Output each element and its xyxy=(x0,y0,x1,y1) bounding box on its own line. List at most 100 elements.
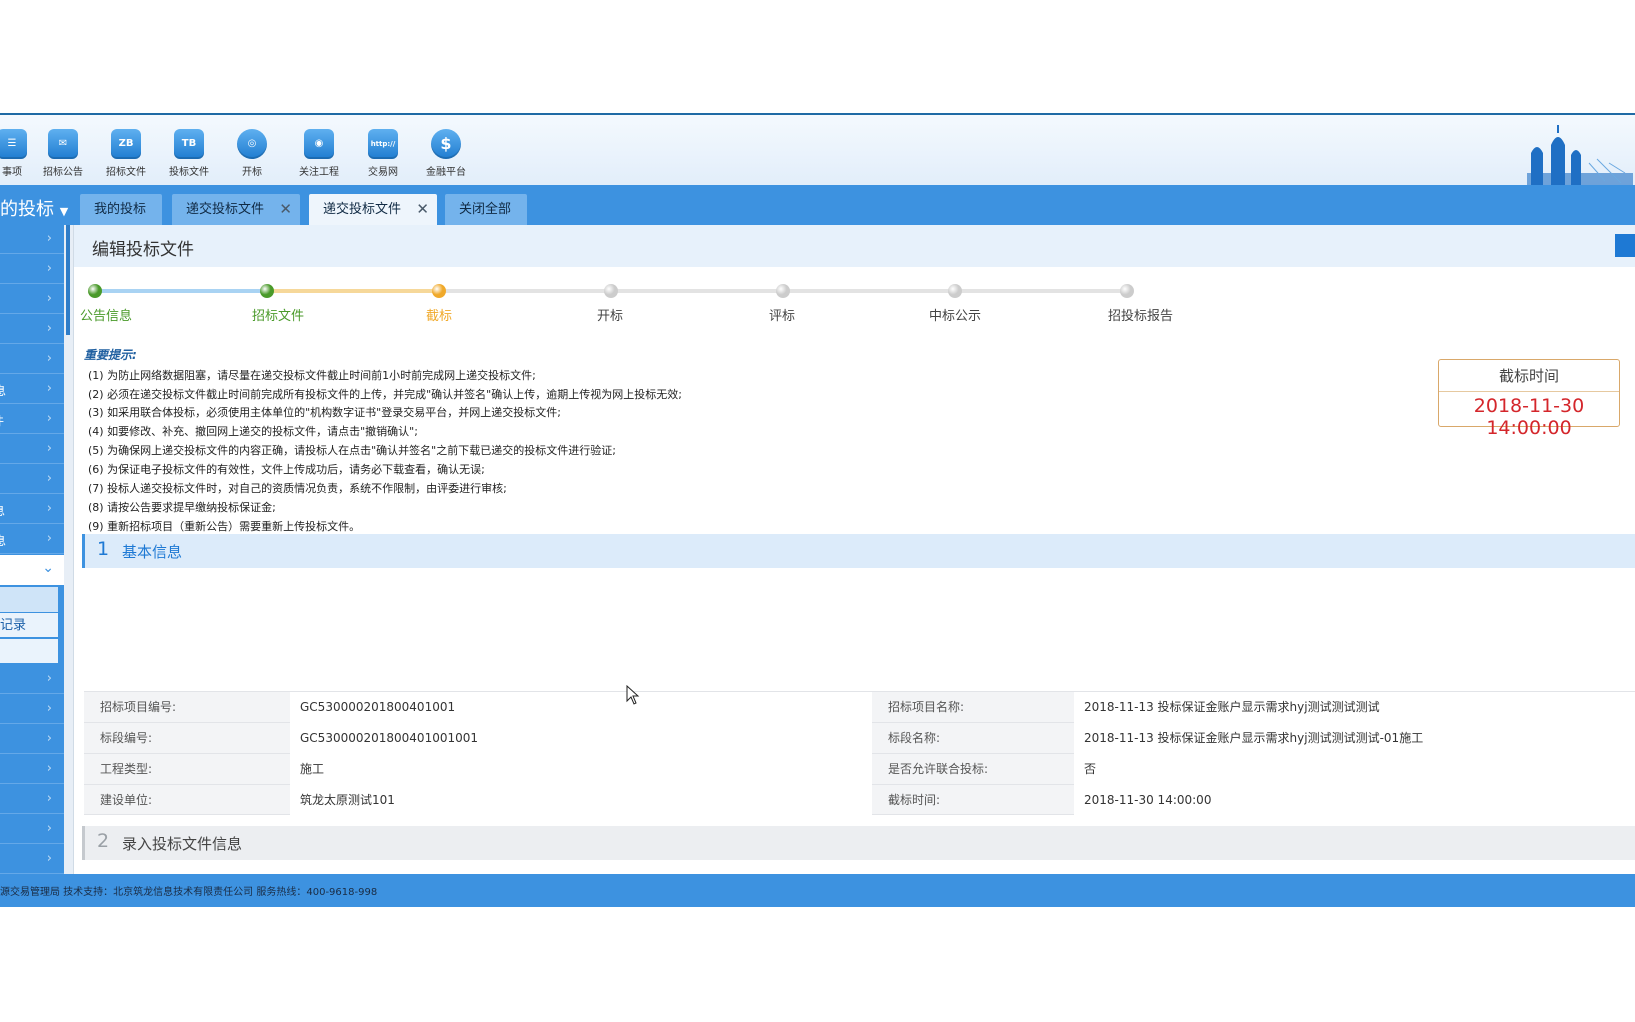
step-connector xyxy=(95,289,267,293)
sidebar-subitem-label: 记录 xyxy=(0,618,27,633)
sidebar-item-label: 息 xyxy=(0,502,5,519)
chevron-down-icon: ⌄ xyxy=(42,560,54,576)
chevron-right-icon: › xyxy=(46,351,52,366)
tab-label: 递交投标文件 xyxy=(323,202,402,217)
sidebar-item[interactable]: › xyxy=(0,465,64,494)
step-dot-announcement xyxy=(88,284,102,298)
close-icon[interactable]: ✕ xyxy=(416,194,429,225)
top-toolbar: ☰ 事项 ✉ 招标公告 ZB 招标文件 TB 投标文件 ◎ 开标 ◉ 关注工程 … xyxy=(0,113,1635,185)
sidebar-item-label: 息 xyxy=(0,384,7,398)
field-value: 筑龙太原测试101 xyxy=(290,785,872,816)
sidebar-item[interactable]: › xyxy=(0,665,64,694)
chevron-right-icon: › xyxy=(46,291,52,306)
sidebar-expanded-item[interactable]: ⌄ xyxy=(0,555,64,585)
field-label: 建设单位: xyxy=(100,793,153,807)
step-label: 招投标报告 xyxy=(1108,309,1174,324)
sidebar-splitter[interactable] xyxy=(64,225,74,874)
toolbar-finance-platform[interactable]: $ 金融平台 xyxy=(418,129,474,178)
notice-item: (3) 如采用联合体投标，必须使用主体单位的"机构数字证书"登录交易平台，并网上… xyxy=(88,406,561,419)
chevron-right-icon: › xyxy=(46,821,52,836)
progress-steps: 公告信息 招标文件 截标 开标 评标 中标公示 招投标报告 xyxy=(74,277,1274,324)
step-dot-bid-docs xyxy=(260,284,274,298)
toolbar-bid-opening[interactable]: ◎ 开标 xyxy=(224,129,280,178)
tab-label: 关闭全部 xyxy=(459,202,512,217)
sidebar-item[interactable]: › xyxy=(0,725,64,754)
tasks-icon: ☰ xyxy=(0,129,27,159)
toolbar-follow-project[interactable]: ◉ 关注工程 xyxy=(291,129,347,178)
sidebar-subitem[interactable] xyxy=(0,587,58,612)
step-label: 开标 xyxy=(597,309,624,324)
sidebar-item[interactable]: › xyxy=(0,845,64,874)
action-button[interactable] xyxy=(1615,234,1635,257)
toolbar-label: 开标 xyxy=(242,167,262,178)
deadline-label: 截标时间 xyxy=(1439,360,1619,392)
toolbar-label: 交易网 xyxy=(368,167,398,178)
sidebar-item[interactable]: 息 › xyxy=(0,495,64,524)
sidebar-item[interactable]: › xyxy=(0,695,64,724)
tab-close-all[interactable]: 关闭全部 xyxy=(445,194,527,225)
toolbar-label: 招标文件 xyxy=(106,167,146,178)
application-window: ☰ 事项 ✉ 招标公告 ZB 招标文件 TB 投标文件 ◎ 开标 ◉ 关注工程 … xyxy=(0,113,1635,907)
sidebar-item[interactable]: › xyxy=(0,225,64,254)
step-dot-evaluation xyxy=(776,284,790,298)
tab-submit-bid-1[interactable]: 递交投标文件 ✕ xyxy=(172,194,300,225)
chevron-right-icon: › xyxy=(46,381,52,396)
chevron-right-icon: › xyxy=(46,471,52,486)
sidebar-item[interactable]: › xyxy=(0,755,64,784)
city-skyline-logo xyxy=(1527,125,1633,185)
toolbar-trading-network[interactable]: http:// 交易网 xyxy=(355,129,411,178)
scrollbar-thumb[interactable] xyxy=(66,225,70,335)
tab-label: 递交投标文件 xyxy=(186,202,265,217)
close-icon[interactable]: ✕ xyxy=(279,194,292,225)
sidebar-item[interactable]: › xyxy=(0,255,64,284)
sidebar-item[interactable]: › xyxy=(0,435,64,464)
chevron-right-icon: › xyxy=(46,411,52,426)
sidebar-item[interactable]: 息 › xyxy=(0,525,64,554)
toolbar-bid-docs[interactable]: TB 投标文件 xyxy=(161,129,217,178)
step-dot-report xyxy=(1120,284,1134,298)
footer-text: 源交易管理局 技术支持：北京筑龙信息技术有限责任公司 服务热线：400-9618… xyxy=(0,887,378,898)
sidebar-item[interactable]: 息 › xyxy=(0,375,64,404)
tab-my-tender[interactable]: 我的投标 xyxy=(80,194,162,225)
chevron-right-icon: › xyxy=(46,531,52,546)
field-label: 是否允许联合投标: xyxy=(888,762,989,776)
field-value: 2018-11-13 投标保证金账户显示需求hyj测试测试测试-01施工 xyxy=(1074,723,1635,754)
mouse-cursor-icon xyxy=(626,685,640,705)
chevron-right-icon: › xyxy=(46,261,52,276)
toolbar-label: 关注工程 xyxy=(299,167,339,178)
toolbar-bid-invitation-docs[interactable]: ZB 招标文件 xyxy=(98,129,154,178)
field-label: 截标时间: xyxy=(888,793,941,807)
menu-title: 的投标 xyxy=(0,199,54,220)
sidebar: › › › › › 息 › 件 › › › 息 › 息 › ⌄ 记录 › › ›… xyxy=(0,225,64,874)
field-value: GC530000201800401001001 xyxy=(290,723,872,754)
notice-item: (9) 重新招标项目（重新公告）需要重新上传投标文件。 xyxy=(88,520,361,533)
sidebar-subitem-record[interactable]: 记录 xyxy=(0,613,58,638)
chevron-right-icon: › xyxy=(46,231,52,246)
section-basic-info-header[interactable]: 1 基本信息 xyxy=(82,534,1635,568)
field-value: GC530000201800401001 xyxy=(290,692,872,723)
section-bid-file-info-header[interactable]: 2 录入投标文件信息 xyxy=(82,826,1635,860)
tb-document-icon: TB xyxy=(174,129,204,159)
step-connector xyxy=(267,289,439,293)
notice-item: (2) 必须在递交投标文件截止时间前完成所有投标文件的上传，并完成"确认并签名"… xyxy=(88,388,682,401)
toolbar-announcement[interactable]: ✉ 招标公告 xyxy=(35,129,91,178)
sidebar-item[interactable]: › xyxy=(0,315,64,344)
toolbar-label: 投标文件 xyxy=(169,167,209,178)
toolbar-label: 事项 xyxy=(2,167,22,178)
sidebar-item[interactable]: 件 › xyxy=(0,405,64,434)
table-row: 标段编号: GC530000201800401001001 标段名称: 2018… xyxy=(84,723,1635,754)
sidebar-item[interactable]: › xyxy=(0,345,64,374)
sidebar-item[interactable]: › xyxy=(0,815,64,844)
page-title: 编辑投标文件 xyxy=(92,240,194,260)
toolbar-tasks[interactable]: ☰ 事项 xyxy=(0,129,40,178)
tab-submit-bid-2[interactable]: 递交投标文件 ✕ xyxy=(309,194,437,225)
my-tender-menu[interactable]: 的投标 ▼ xyxy=(0,195,68,221)
chevron-right-icon: › xyxy=(46,441,52,456)
sidebar-item[interactable]: › xyxy=(0,785,64,814)
step-dot-deadline xyxy=(432,284,446,298)
toolbar-label: 招标公告 xyxy=(43,167,83,178)
basic-info-table: 招标项目编号: GC530000201800401001 招标项目名称: 201… xyxy=(84,691,1635,816)
sidebar-item[interactable]: › xyxy=(0,285,64,314)
deadline-box: 截标时间 2018-11-30 14:00:00 xyxy=(1438,359,1620,439)
sidebar-subitem[interactable] xyxy=(0,639,58,664)
